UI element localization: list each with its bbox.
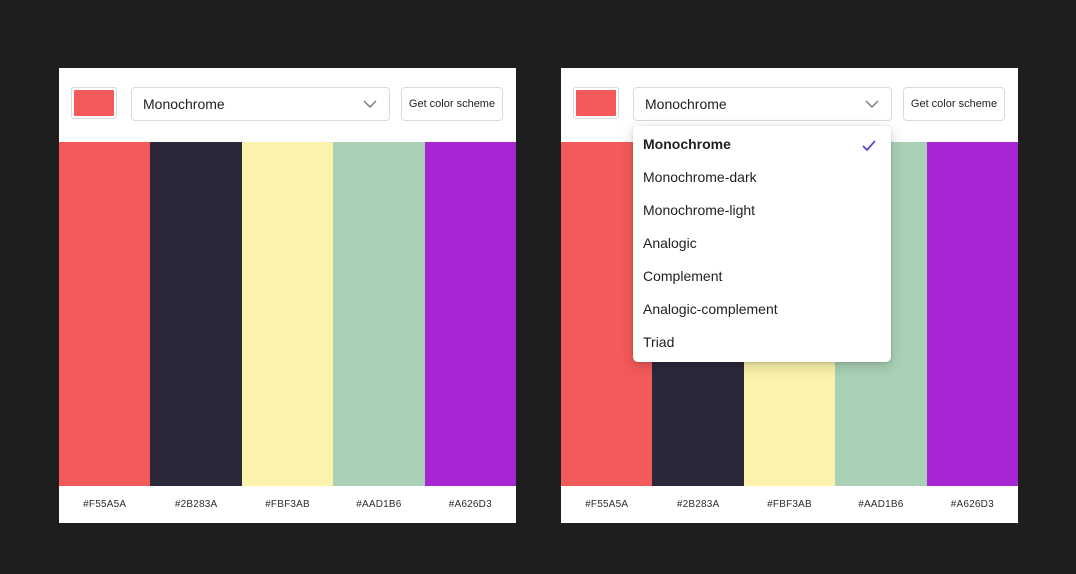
scheme-mode-value: Monochrome [645,96,727,112]
chevron-down-icon [865,100,879,108]
chevron-down-icon [363,100,377,108]
menu-option-analogic-complement[interactable]: Analogic-complement [643,301,778,317]
menu-option-complement[interactable]: Complement [643,268,722,284]
palette-stripes [59,142,517,486]
menu-option-monochrome-light[interactable]: Monochrome-light [643,202,755,218]
hex-labels: #F55A5A #2B283A #FBF3AB #AAD1B6 #A626D3 [561,486,1018,523]
color-scheme-card-left: Monochrome Get color scheme #F55A5A #2B2… [59,68,517,523]
color-stripe [333,142,425,486]
get-color-scheme-button[interactable]: Get color scheme [903,87,1005,121]
controls-bar: Monochrome Get color scheme [59,68,516,142]
get-color-scheme-button[interactable]: Get color scheme [401,87,503,121]
hex-label[interactable]: #FBF3AB [242,486,333,523]
color-stripe [424,142,517,486]
hex-labels: #F55A5A #2B283A #FBF3AB #AAD1B6 #A626D3 [59,486,516,523]
color-stripe [59,142,151,486]
hex-label[interactable]: #A626D3 [425,486,516,523]
hex-label[interactable]: #AAD1B6 [333,486,424,523]
scheme-mode-value: Monochrome [143,96,225,112]
hex-label[interactable]: #AAD1B6 [835,486,926,523]
seed-color-picker[interactable] [573,87,619,119]
scheme-mode-select[interactable]: Monochrome [131,87,390,121]
hex-label[interactable]: #2B283A [150,486,241,523]
seed-color-fill [576,90,616,116]
menu-option-analogic[interactable]: Analogic [643,235,697,251]
hex-label[interactable]: #A626D3 [927,486,1018,523]
hex-label[interactable]: #F55A5A [59,486,150,523]
hex-label[interactable]: #2B283A [652,486,743,523]
color-stripe [926,142,1019,486]
menu-option-monochrome[interactable]: Monochrome [643,136,731,152]
seed-color-picker[interactable] [71,87,117,119]
color-stripe [241,142,334,486]
seed-color-fill [74,90,114,116]
color-stripe [150,142,242,486]
menu-option-monochrome-dark[interactable]: Monochrome-dark [643,169,757,185]
scheme-mode-select[interactable]: Monochrome [633,87,892,121]
menu-option-triad[interactable]: Triad [643,334,674,350]
hex-label[interactable]: #F55A5A [561,486,652,523]
check-icon [862,140,876,151]
color-scheme-card-right: Monochrome Get color scheme #F55A5A #2B2… [561,68,1019,523]
scheme-mode-dropdown-menu: Monochrome Monochrome-dark Monochrome-li… [633,126,891,362]
hex-label[interactable]: #FBF3AB [744,486,835,523]
